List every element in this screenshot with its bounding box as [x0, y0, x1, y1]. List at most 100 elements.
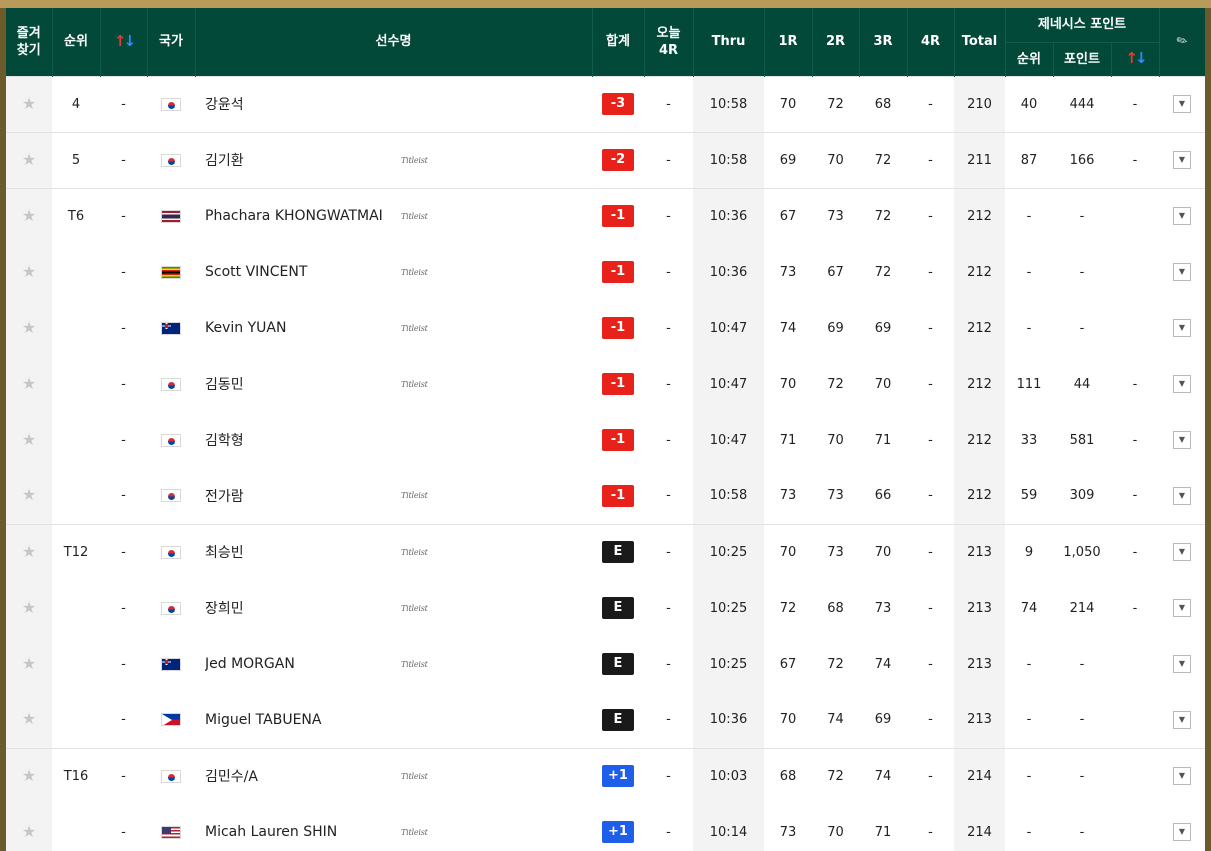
player-name[interactable]: 김기환 — [205, 150, 401, 170]
favorite-cell[interactable]: ★ — [6, 747, 52, 804]
expand-cell[interactable]: ▼ — [1159, 747, 1205, 804]
favorite-cell[interactable]: ★ — [6, 131, 52, 188]
star-icon[interactable]: ★ — [22, 151, 36, 168]
favorite-cell[interactable]: ★ — [6, 300, 52, 356]
today-cell: - — [666, 432, 671, 448]
favorite-cell[interactable]: ★ — [6, 75, 52, 132]
round-2-cell: 73 — [812, 523, 859, 580]
player-name-cell[interactable]: Miguel TABUENA — [195, 692, 592, 748]
rank-change-cell: - — [121, 376, 126, 392]
total-score-cell: +1 — [592, 747, 644, 804]
player-name-cell[interactable]: Kevin YUAN Titleist — [195, 300, 592, 356]
player-name[interactable]: 김동민 — [205, 374, 401, 394]
expand-cell[interactable]: ▼ — [1159, 131, 1205, 188]
player-name-cell[interactable]: Micah Lauren SHIN Titleist — [195, 804, 592, 851]
player-name[interactable]: Micah Lauren SHIN — [205, 824, 401, 840]
player-name-cell[interactable]: 전가람 Titleist — [195, 468, 592, 524]
expand-cell[interactable]: ▼ — [1159, 244, 1205, 300]
expand-dropdown-icon[interactable]: ▼ — [1173, 375, 1191, 393]
expand-cell[interactable]: ▼ — [1159, 468, 1205, 524]
expand-dropdown-icon[interactable]: ▼ — [1173, 599, 1191, 617]
player-name[interactable]: Kevin YUAN — [205, 320, 401, 336]
player-name-cell[interactable]: 김동민 Titleist — [195, 356, 592, 412]
player-name[interactable]: Jed MORGAN — [205, 656, 401, 672]
header-rank[interactable]: 순위 — [52, 8, 101, 76]
player-name[interactable]: Scott VINCENT — [205, 264, 401, 280]
favorite-cell[interactable]: ★ — [6, 468, 52, 524]
expand-dropdown-icon[interactable]: ▼ — [1173, 710, 1191, 729]
player-name[interactable]: 전가람 — [205, 486, 401, 506]
favorite-cell[interactable]: ★ — [6, 804, 52, 851]
player-name-cell[interactable]: 최승빈 Titleist — [195, 523, 592, 580]
player-name[interactable]: 최승빈 — [205, 542, 401, 562]
favorite-cell[interactable]: ★ — [6, 636, 52, 692]
header-gp-points[interactable]: 포인트 — [1053, 41, 1112, 76]
header-gp-rank[interactable]: 순위 — [1005, 41, 1054, 76]
star-icon[interactable]: ★ — [22, 543, 36, 560]
star-icon[interactable]: ★ — [22, 95, 36, 112]
gp-points-cell: - — [1079, 712, 1085, 728]
player-name[interactable]: 김민수/A — [205, 766, 401, 786]
star-icon[interactable]: ★ — [22, 319, 36, 336]
star-icon[interactable]: ★ — [22, 487, 36, 503]
player-name[interactable]: 김학형 — [205, 430, 401, 450]
player-name[interactable]: Miguel TABUENA — [205, 712, 401, 728]
round-4-cell: - — [907, 523, 954, 580]
favorite-cell[interactable]: ★ — [6, 187, 52, 244]
star-icon[interactable]: ★ — [22, 263, 36, 280]
total-cell: 213 — [954, 580, 1005, 636]
country-flag-icon — [161, 489, 181, 503]
player-name-cell[interactable]: Scott VINCENT Titleist — [195, 244, 592, 300]
star-icon[interactable]: ★ — [22, 599, 36, 616]
star-icon[interactable]: ★ — [22, 207, 36, 224]
favorite-cell[interactable]: ★ — [6, 692, 52, 748]
header-edit[interactable]: ✎ — [1159, 8, 1205, 76]
player-name-cell[interactable]: Jed MORGAN Titleist — [195, 636, 592, 692]
expand-dropdown-icon[interactable]: ▼ — [1173, 767, 1191, 786]
expand-dropdown-icon[interactable]: ▼ — [1173, 319, 1191, 337]
expand-dropdown-icon[interactable]: ▼ — [1173, 207, 1191, 226]
expand-dropdown-icon[interactable]: ▼ — [1173, 543, 1191, 562]
today-cell: - — [666, 320, 671, 336]
expand-cell[interactable]: ▼ — [1159, 187, 1205, 244]
expand-cell[interactable]: ▼ — [1159, 804, 1205, 851]
favorite-cell[interactable]: ★ — [6, 523, 52, 580]
player-name[interactable]: Phachara KHONGWATMAI — [205, 208, 401, 224]
expand-dropdown-icon[interactable]: ▼ — [1173, 151, 1191, 169]
expand-dropdown-icon[interactable]: ▼ — [1173, 95, 1191, 113]
player-name[interactable]: 강윤석 — [205, 94, 401, 114]
expand-cell[interactable]: ▼ — [1159, 692, 1205, 748]
player-name-cell[interactable]: 김학형 — [195, 412, 592, 468]
favorite-cell[interactable]: ★ — [6, 580, 52, 636]
star-icon[interactable]: ★ — [22, 823, 36, 840]
star-icon[interactable]: ★ — [22, 431, 36, 448]
expand-cell[interactable]: ▼ — [1159, 300, 1205, 356]
star-icon[interactable]: ★ — [22, 767, 36, 784]
favorite-cell[interactable]: ★ — [6, 244, 52, 300]
header-rank-change[interactable]: ↑↓ — [100, 8, 148, 76]
favorite-cell[interactable]: ★ — [6, 356, 52, 412]
player-name-cell[interactable]: 강윤석 — [195, 75, 592, 132]
player-name[interactable]: 장희민 — [205, 598, 401, 618]
expand-cell[interactable]: ▼ — [1159, 356, 1205, 412]
star-icon[interactable]: ★ — [22, 655, 36, 672]
expand-cell[interactable]: ▼ — [1159, 75, 1205, 132]
expand-cell[interactable]: ▼ — [1159, 580, 1205, 636]
expand-dropdown-icon[interactable]: ▼ — [1173, 823, 1191, 841]
player-name-cell[interactable]: 김기환 Titleist — [195, 131, 592, 188]
expand-dropdown-icon[interactable]: ▼ — [1173, 655, 1191, 673]
expand-dropdown-icon[interactable]: ▼ — [1173, 486, 1191, 505]
player-name-cell[interactable]: 장희민 Titleist — [195, 580, 592, 636]
expand-dropdown-icon[interactable]: ▼ — [1173, 431, 1191, 449]
table-row: ★ - Scott VINCENT Titleist -1 - 10:36 73… — [6, 244, 1205, 300]
star-icon[interactable]: ★ — [22, 711, 36, 727]
expand-cell[interactable]: ▼ — [1159, 412, 1205, 468]
star-icon[interactable]: ★ — [22, 375, 36, 392]
expand-cell[interactable]: ▼ — [1159, 636, 1205, 692]
header-gp-change[interactable]: ↑↓ — [1111, 41, 1160, 76]
player-name-cell[interactable]: Phachara KHONGWATMAI Titleist — [195, 187, 592, 244]
favorite-cell[interactable]: ★ — [6, 412, 52, 468]
expand-dropdown-icon[interactable]: ▼ — [1173, 263, 1191, 281]
player-name-cell[interactable]: 김민수/A Titleist — [195, 747, 592, 804]
expand-cell[interactable]: ▼ — [1159, 523, 1205, 580]
